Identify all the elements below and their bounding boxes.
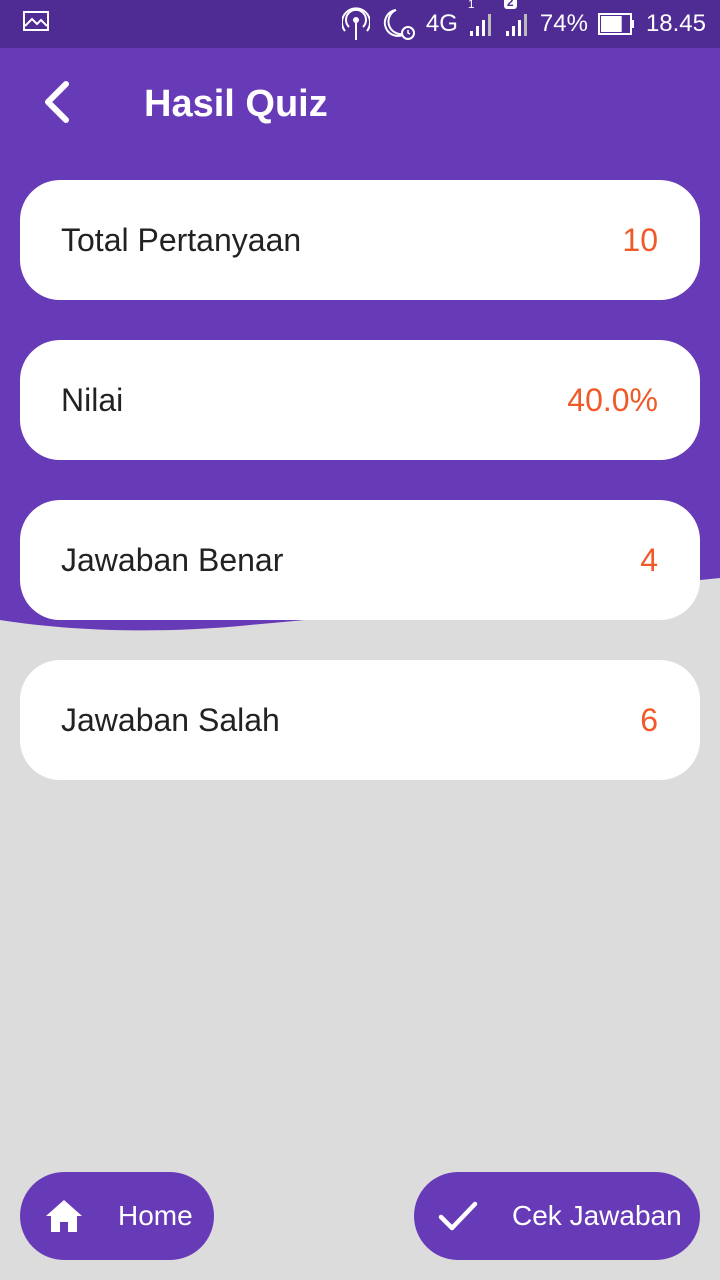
result-value: 10 (622, 221, 658, 258)
result-value: 6 (640, 701, 658, 738)
battery-percent: 74% (539, 10, 588, 37)
sim2-label: 2 (503, 0, 517, 9)
check-answers-label: Cek Jawaban (512, 1200, 682, 1231)
home-icon (44, 1196, 84, 1236)
status-bar: 4G 1 2 74% 18.45 (0, 0, 720, 48)
result-card-score: Nilai 40.0% (20, 340, 700, 460)
app-bar: Hasil Quiz (0, 48, 720, 160)
page-title: Hasil Quiz (144, 82, 328, 125)
back-button[interactable] (0, 48, 112, 160)
clock: 18.45 (645, 10, 706, 37)
signal-icon: 1 (468, 0, 494, 37)
signal-icon: 2 (503, 0, 530, 37)
check-icon (438, 1196, 478, 1236)
check-answers-button[interactable]: Cek Jawaban (414, 1172, 700, 1260)
home-button[interactable]: Home (20, 1172, 214, 1260)
result-label: Jawaban Salah (61, 701, 280, 738)
moon-alarm-icon (380, 7, 416, 41)
result-card-wrong: Jawaban Salah 6 (20, 660, 700, 780)
result-label: Nilai (61, 381, 124, 418)
result-value: 4 (640, 541, 658, 578)
result-card-correct: Jawaban Benar 4 (20, 500, 700, 620)
image-icon (22, 10, 50, 39)
result-card-total: Total Pertanyaan 10 (20, 180, 700, 300)
status-icons: 4G 1 2 74% 18.45 (341, 0, 706, 41)
result-value: 40.0% (567, 381, 658, 418)
sim1-label: 1 (467, 0, 475, 11)
hotspot-icon (341, 7, 370, 41)
result-label: Jawaban Benar (61, 541, 284, 578)
network-type: 4G (425, 10, 458, 37)
battery-icon (597, 12, 636, 36)
result-label: Total Pertanyaan (61, 221, 302, 258)
home-button-label: Home (118, 1200, 193, 1231)
chevron-left-icon (40, 80, 72, 129)
